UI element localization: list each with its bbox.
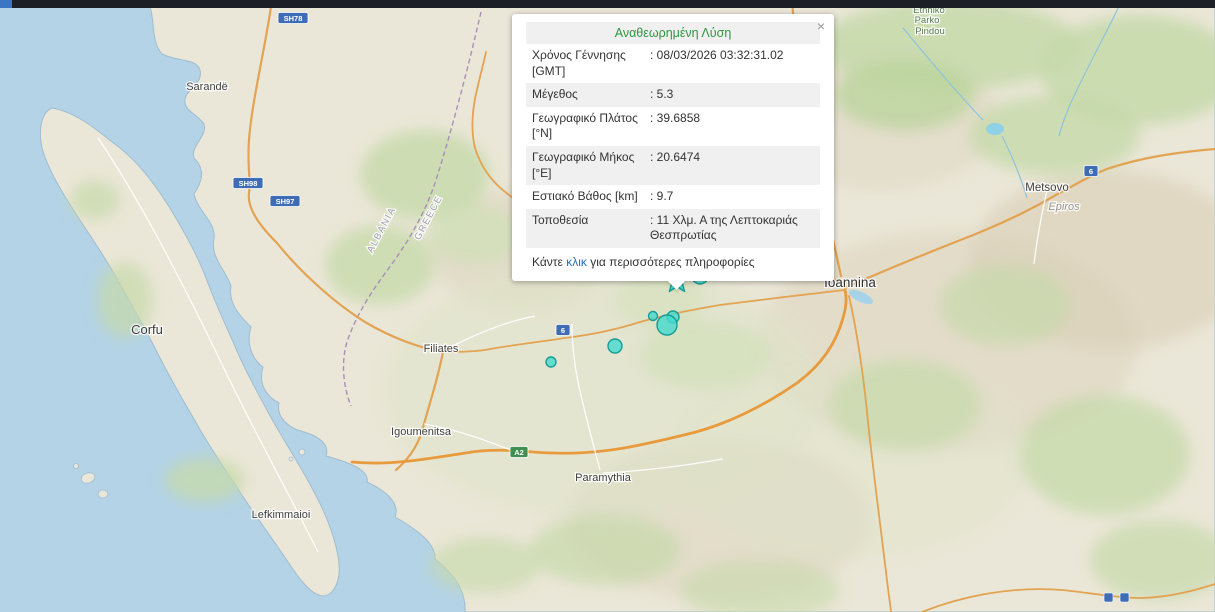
earthquake-epicenter-marker[interactable] (657, 315, 677, 335)
earthquake-epicenter-marker[interactable] (608, 339, 622, 353)
field-label: Εστιακό Βάθος [km] (532, 189, 650, 205)
map-label-corfu: Corfu (131, 322, 163, 337)
map-label-paramythia: Paramythia (575, 472, 632, 484)
field-label: Χρόνος Γέννησης [GMT] (532, 48, 650, 79)
svg-text:6: 6 (561, 326, 565, 335)
field-label: Μέγεθος (532, 87, 650, 103)
map-label-lefkimmaioi: Lefkimmaioi (252, 509, 311, 521)
road-shield-sh78: SH78 (278, 13, 308, 24)
earthquake-epicenter-marker[interactable] (649, 312, 658, 321)
field-value: : 20.6474 (650, 150, 814, 181)
close-icon[interactable]: × (817, 19, 825, 33)
svg-text:SH98: SH98 (239, 179, 258, 188)
field-value: : 11 Χλμ. Α της Λεπτοκαριάς Θεσπρωτίας (650, 213, 814, 244)
road-shield-sh97: SH97 (270, 196, 300, 207)
footer-text-suffix: για περισσότερες πληροφορίες (587, 255, 755, 269)
field-value: : 39.6858 (650, 111, 814, 142)
earthquake-info-popup: × Αναθεωρημένη Λύση Χρόνος Γέννησης [GMT… (512, 14, 834, 281)
map-label-igoumenitsa: Igoumenitsa (391, 426, 452, 438)
field-label: Γεωγραφικό Μήκος [°E] (532, 150, 650, 181)
map-label-metsovo: Metsovo (1025, 182, 1068, 194)
road-shield-sh98: SH98 (233, 178, 263, 189)
earthquake-epicenter-marker[interactable] (546, 357, 556, 367)
popup-row-depth: Εστιακό Βάθος [km] : 9.7 (526, 185, 820, 209)
earthquake-map-page: SH78 SH98 SH97 A2 6 6 Sarandë Corfu Lefkimmaioi… (0, 0, 1215, 612)
svg-text:A2: A2 (514, 448, 524, 457)
footer-text-prefix: Κάντε (532, 255, 566, 269)
field-label: Τοποθεσία (532, 213, 650, 244)
svg-text:SH97: SH97 (276, 197, 295, 206)
road-shield-6: 6 (1084, 166, 1098, 177)
more-info-link[interactable]: κλικ (566, 255, 587, 269)
top-bar-accent (0, 0, 12, 8)
popup-row-origin-time: Χρόνος Γέννησης [GMT] : 08/03/2026 03:32… (526, 44, 820, 83)
field-value: : 5.3 (650, 87, 814, 103)
map-label-filiates: Filiates (424, 343, 459, 355)
popup-row-longitude: Γεωγραφικό Μήκος [°E] : 20.6474 (526, 146, 820, 185)
popup-title: Αναθεωρημένη Λύση (526, 22, 820, 44)
top-bar (0, 0, 1215, 8)
popup-row-magnitude: Μέγεθος : 5.3 (526, 83, 820, 107)
field-value: : 9.7 (650, 189, 814, 205)
map-label-parko: Parko (915, 15, 940, 26)
map-label-sarand-: Sarandë (186, 81, 228, 93)
field-label: Γεωγραφικό Πλάτος [°N] (532, 111, 650, 142)
svg-text:6: 6 (1089, 167, 1093, 176)
road-shield-6: 6 (556, 325, 570, 336)
map-label-epiros: Epiros (1048, 201, 1080, 213)
map-label-pindou: Pindou (915, 26, 945, 37)
map-canvas[interactable]: SH78 SH98 SH97 A2 6 6 Sarandë Corfu Lefkimmaioi… (0, 0, 1215, 612)
svg-text:SH78: SH78 (284, 14, 303, 23)
field-value: : 08/03/2026 03:32:31.02 (650, 48, 814, 79)
popup-row-location: Τοποθεσία : 11 Χλμ. Α της Λεπτοκαριάς Θε… (526, 209, 820, 248)
road-shield-a2: A2 (510, 447, 528, 458)
popup-rows: Χρόνος Γέννησης [GMT] : 08/03/2026 03:32… (526, 44, 820, 248)
popup-row-latitude: Γεωγραφικό Πλάτος [°N] : 39.6858 (526, 107, 820, 146)
popup-footer: Κάντε κλικ για περισσότερες πληροφορίες (526, 248, 820, 275)
